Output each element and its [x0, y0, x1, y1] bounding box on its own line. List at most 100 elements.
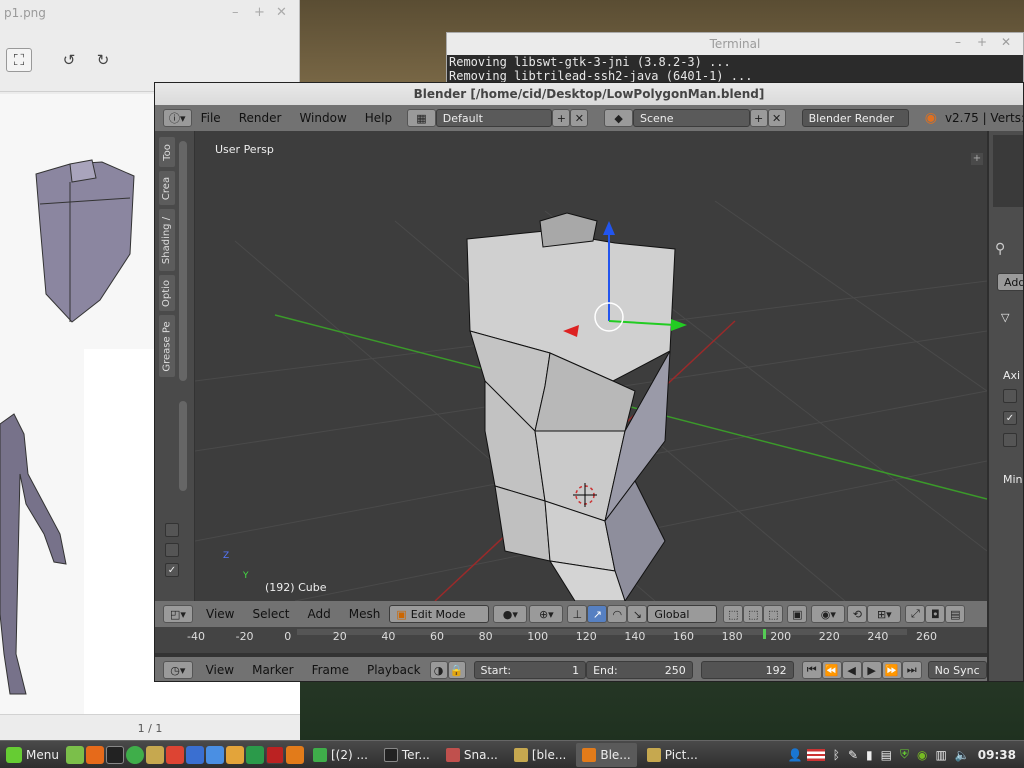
clipboard-icon[interactable]: ▤ — [881, 748, 892, 762]
task-blender-folder[interactable]: [ble... — [508, 743, 572, 767]
render-engine-select[interactable]: Blender Render — [801, 109, 909, 127]
checkbox[interactable] — [1003, 389, 1017, 403]
remove-layout-icon[interactable]: ✕ — [570, 109, 589, 127]
close-icon[interactable]: ✕ — [276, 5, 287, 20]
next-keyframe-icon[interactable]: ⏩ — [881, 661, 902, 679]
occlude-geometry-icon[interactable]: ▣ — [787, 605, 808, 623]
properties-toggle-icon[interactable]: + — [971, 153, 983, 165]
show-desktop-icon[interactable] — [65, 745, 84, 764]
network-icon[interactable]: ▥ — [936, 748, 947, 762]
timeline[interactable]: -40 -20 0 20 40 60 80 100 120 140 160 180 200 220 240 2… — [155, 627, 987, 657]
toolshelf-scrollbar[interactable] — [179, 141, 187, 381]
task-blender[interactable]: Ble... — [576, 742, 637, 767]
browser-icon[interactable] — [165, 745, 184, 764]
minimize-icon[interactable]: – — [232, 5, 239, 20]
current-frame-marker[interactable] — [763, 629, 766, 639]
tab-create[interactable]: Crea — [159, 171, 175, 205]
sync-select[interactable]: No Sync — [927, 661, 987, 679]
nvidia-icon[interactable]: ◉ — [917, 748, 927, 762]
tab-tools[interactable]: Too — [159, 137, 175, 167]
3d-viewport[interactable]: User Persp (192) Cube Z Y + — [195, 131, 987, 601]
clock[interactable]: 09:38 — [978, 748, 1016, 762]
manipulator-toggle-icon[interactable]: ⊥ — [567, 605, 588, 623]
timeline-editor-icon[interactable]: ◷▾ — [163, 661, 193, 679]
menu-mesh[interactable]: Mesh — [340, 607, 390, 621]
update-shield-icon[interactable]: ⛨ — [900, 747, 909, 762]
add-scene-icon[interactable]: + — [749, 109, 768, 127]
scale-icon[interactable]: ↘ — [627, 605, 648, 623]
snap-element-icon[interactable]: ⊞▾ — [867, 605, 902, 623]
checkbox[interactable] — [1003, 433, 1017, 447]
terminal-close-icon[interactable]: ✕ — [1001, 35, 1011, 49]
menu-playback[interactable]: Playback — [358, 663, 430, 677]
shading-select-icon[interactable]: ●▾ — [493, 605, 528, 623]
task-snap[interactable]: Sna... — [440, 743, 504, 767]
checkbox-checked[interactable]: ✓ — [1003, 411, 1017, 425]
jump-start-icon[interactable]: ⏮ — [801, 661, 822, 679]
camera-icon[interactable]: ◘ — [925, 605, 946, 623]
task-chrome[interactable]: [(2) ... — [307, 743, 374, 767]
start-menu-button[interactable]: Menu — [0, 746, 65, 763]
pin-icon[interactable]: ⚲ — [995, 241, 1005, 257]
folder-icon[interactable] — [225, 745, 244, 764]
vertex-select-icon[interactable]: ⬚ — [723, 605, 744, 623]
snap-toggle-icon[interactable]: ⟲ — [847, 605, 868, 623]
remove-scene-icon[interactable]: ✕ — [767, 109, 786, 127]
firefox-icon[interactable] — [85, 745, 104, 764]
tab-shading[interactable]: Shading / — [159, 209, 175, 271]
rotate-icon[interactable]: ◠ — [607, 605, 628, 623]
edge-select-icon[interactable]: ⬚ — [743, 605, 764, 623]
current-frame-field[interactable]: 192 — [700, 661, 794, 679]
info-editor-icon[interactable]: ⓘ▾ — [163, 109, 192, 127]
checkbox[interactable] — [165, 543, 179, 557]
translate-icon[interactable]: ↗ — [587, 605, 608, 623]
user-icon[interactable]: 👤 — [788, 748, 803, 762]
rotate-left-icon[interactable]: ↺ — [56, 48, 82, 72]
lock-icon[interactable]: 🔒 — [447, 661, 466, 679]
prev-keyframe-icon[interactable]: ⏪ — [821, 661, 842, 679]
battery-icon[interactable]: ▮ — [866, 748, 873, 762]
collapse-triangle-icon[interactable]: ▽ — [1001, 311, 1009, 324]
checkbox[interactable] — [165, 523, 179, 537]
tools-icon[interactable]: ✎ — [848, 748, 858, 762]
text-editor-icon[interactable] — [205, 745, 224, 764]
chrome-icon[interactable] — [125, 745, 144, 764]
pivot-select-icon[interactable]: ⊕▾ — [529, 605, 564, 623]
start-frame-field[interactable]: Start: 1 — [473, 661, 587, 679]
task-terminal[interactable]: Ter... — [378, 743, 436, 767]
screen-layout-icon[interactable]: ▦ — [407, 109, 436, 127]
menu-file[interactable]: File — [192, 111, 230, 125]
animation-render-icon[interactable]: ▤ — [945, 605, 966, 623]
terminal-maximize-icon[interactable]: + — [977, 35, 987, 49]
terminal-minimize-icon[interactable]: – — [955, 35, 961, 49]
mode-select[interactable]: ▣ Edit Mode — [389, 605, 490, 623]
menu-select[interactable]: Select — [243, 607, 298, 621]
opengl-render-icon[interactable]: ⤢ — [905, 605, 926, 623]
menu-marker[interactable]: Marker — [243, 663, 302, 677]
orientation-select[interactable]: Global — [647, 605, 718, 623]
menu-help[interactable]: Help — [356, 111, 401, 125]
menu-window[interactable]: Window — [290, 111, 355, 125]
bluetooth-icon[interactable]: ᛒ — [833, 748, 840, 762]
files-icon[interactable] — [145, 745, 164, 764]
play-icon[interactable]: ▶ — [861, 661, 882, 679]
face-select-icon[interactable]: ⬚ — [763, 605, 784, 623]
volume-icon[interactable]: 🔈 — [955, 748, 970, 762]
tab-grease-pencil[interactable]: Grease Pe — [159, 315, 175, 377]
blender-icon[interactable] — [285, 745, 304, 764]
end-frame-field[interactable]: End: 250 — [586, 661, 693, 679]
add-layout-icon[interactable]: + — [552, 109, 571, 127]
scene-icon[interactable]: ◆ — [604, 109, 633, 127]
scene-field[interactable]: Scene — [632, 109, 750, 127]
menu-view[interactable]: View — [197, 607, 243, 621]
add-modifier-button[interactable]: Add — [997, 273, 1023, 291]
fit-to-window-icon[interactable]: ⛶ — [6, 48, 32, 72]
maximize-icon[interactable]: + — [254, 5, 265, 20]
menu-frame[interactable]: Frame — [303, 663, 358, 677]
menu-render[interactable]: Render — [230, 111, 291, 125]
task-pictures[interactable]: Pict... — [641, 743, 704, 767]
preview-range-icon[interactable]: ◑ — [429, 661, 448, 679]
menu-add[interactable]: Add — [299, 607, 340, 621]
document-icon[interactable] — [185, 745, 204, 764]
terminal-icon[interactable] — [105, 745, 124, 764]
